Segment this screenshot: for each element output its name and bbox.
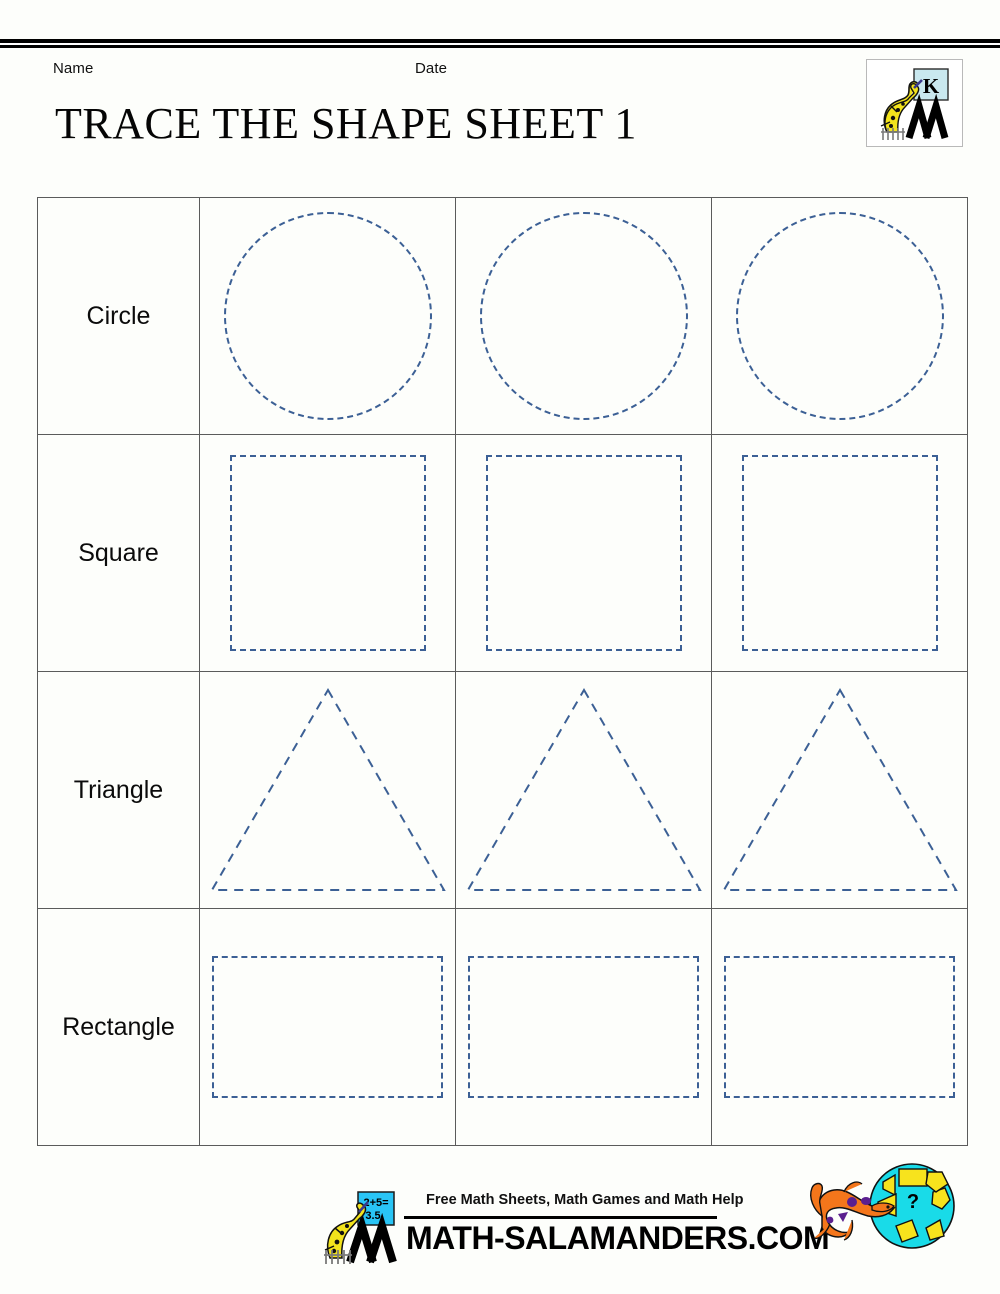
- trace-cell-square-1[interactable]: [199, 434, 456, 672]
- dashed-square-shape: [741, 455, 938, 651]
- shape-wrap: [456, 909, 711, 1145]
- table-row: Circle: [37, 197, 968, 435]
- trace-cell-triangle-1[interactable]: [199, 671, 456, 909]
- row-label-rectangle: Rectangle: [37, 908, 200, 1146]
- svg-text:3.5: 3.5: [365, 1210, 380, 1222]
- row-label-circle: Circle: [37, 197, 200, 435]
- table-row: Square: [37, 434, 968, 672]
- dashed-circle-shape: [223, 212, 432, 420]
- dashed-square-shape: [229, 455, 426, 651]
- table-body: Circle Square Triangle Rectangle: [37, 197, 968, 1146]
- dashed-rectangle-shape: [212, 956, 443, 1098]
- shape-wrap: [712, 672, 967, 908]
- trace-cell-triangle-2[interactable]: [455, 671, 712, 909]
- shape-wrap: [456, 198, 711, 434]
- row-label-triangle: Triangle: [37, 671, 200, 909]
- shape-wrap: [712, 909, 967, 1145]
- dashed-triangle-shape: [721, 688, 958, 891]
- shape-wrap: [200, 672, 455, 908]
- svg-text:K: K: [923, 74, 940, 98]
- trace-cell-rectangle-2[interactable]: [455, 908, 712, 1146]
- shape-wrap: [200, 198, 455, 434]
- salamander-chalkboard-logo-icon: K: [880, 68, 949, 140]
- dashed-circle-shape: [735, 212, 944, 420]
- dashed-circle-shape: [479, 212, 688, 420]
- footer-brand[interactable]: 2+5= 3.5 Free Math Sheets, Math Games an…: [318, 1188, 830, 1266]
- date-label: Date: [415, 60, 448, 77]
- shape-wrap: [200, 909, 455, 1145]
- footer-divider: [404, 1216, 717, 1219]
- trace-cell-circle-3[interactable]: [711, 197, 968, 435]
- table-row: Triangle: [37, 671, 968, 909]
- shape-wrap: [456, 435, 711, 671]
- trace-cell-square-2[interactable]: [455, 434, 712, 672]
- dashed-triangle-shape: [465, 688, 702, 891]
- name-label: Name: [53, 60, 94, 77]
- header-divider-rule: [0, 39, 1000, 48]
- shape-wrap: [712, 435, 967, 671]
- salamander-shapes-ball-icon: ?: [810, 1163, 955, 1249]
- header-logo: K: [866, 59, 963, 147]
- dashed-square-shape: [485, 455, 682, 651]
- trace-shapes-table: Circle Square Triangle Rectangle: [37, 197, 968, 1146]
- dashed-rectangle-shape: [724, 956, 955, 1098]
- salamander-chalkboard-icon: 2+5= 3.5: [324, 1191, 397, 1264]
- trace-cell-square-3[interactable]: [711, 434, 968, 672]
- footer-tagline: Free Math Sheets, Math Games and Math He…: [426, 1192, 744, 1208]
- trace-cell-circle-2[interactable]: [455, 197, 712, 435]
- shape-wrap: [456, 672, 711, 908]
- trace-cell-circle-1[interactable]: [199, 197, 456, 435]
- footer-url[interactable]: MATH-SALAMANDERS.COM: [406, 1220, 830, 1257]
- dashed-rectangle-shape: [468, 956, 699, 1098]
- shape-wrap: [200, 435, 455, 671]
- table-row: Rectangle: [37, 908, 968, 1146]
- svg-text:?: ?: [907, 1191, 919, 1213]
- trace-cell-rectangle-1[interactable]: [199, 908, 456, 1146]
- dashed-triangle-shape: [209, 688, 446, 891]
- page-title: TRACE THE SHAPE SHEET 1: [55, 99, 637, 148]
- trace-cell-rectangle-3[interactable]: [711, 908, 968, 1146]
- row-label-square: Square: [37, 434, 200, 672]
- shape-wrap: [712, 198, 967, 434]
- trace-cell-triangle-3[interactable]: [711, 671, 968, 909]
